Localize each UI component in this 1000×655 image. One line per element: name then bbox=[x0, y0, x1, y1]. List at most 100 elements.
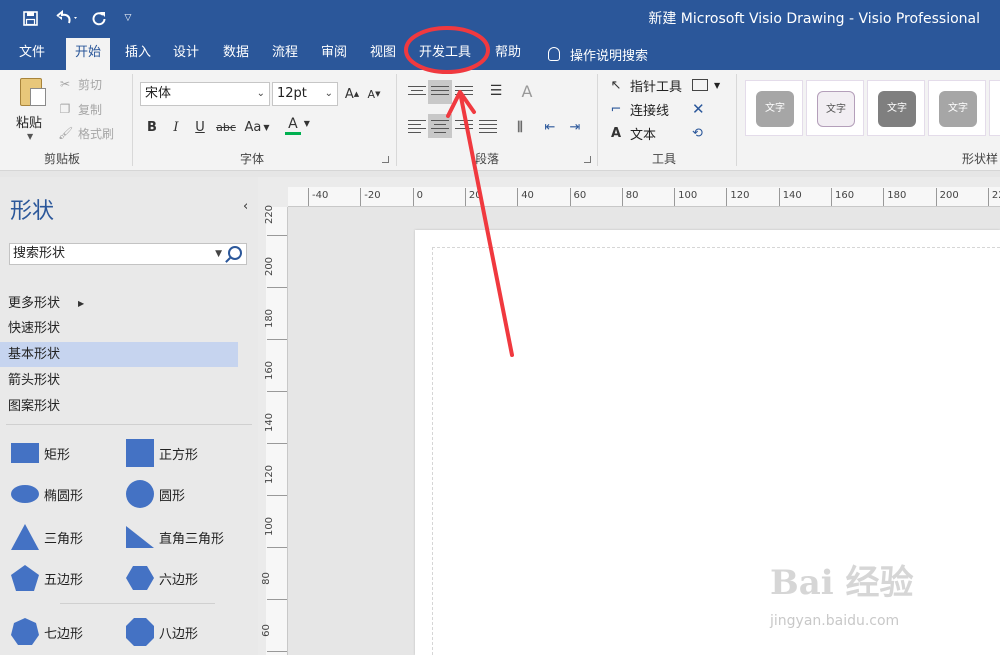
ruler-tick-label: 160 bbox=[835, 190, 855, 201]
ruler-tick-label: 60 bbox=[573, 190, 587, 201]
font-name-combo[interactable]: 宋体 ⌄ bbox=[140, 82, 270, 106]
change-case-button[interactable]: Aa ▼ bbox=[242, 116, 272, 138]
font-color-button[interactable]: A ▼ bbox=[282, 114, 316, 136]
shape-style-swatch[interactable]: 文字 bbox=[867, 80, 925, 136]
ruler-tick-label: 0 bbox=[416, 190, 423, 201]
tab-home[interactable]: 开始 bbox=[66, 38, 110, 70]
clipboard-group-label: 剪贴板 bbox=[44, 152, 81, 166]
shape-hexagon[interactable]: 六边形 bbox=[125, 563, 198, 593]
shape-style-swatch[interactable]: 文字 bbox=[928, 80, 986, 136]
bold-button[interactable]: B bbox=[144, 116, 160, 138]
paragraph-dialog-launcher-icon[interactable] bbox=[584, 156, 591, 163]
tab-review[interactable]: 审阅 bbox=[312, 38, 356, 70]
tab-view[interactable]: 视图 bbox=[361, 38, 405, 70]
bullets-icon[interactable]: ☰ bbox=[486, 80, 506, 102]
cut-button[interactable]: ✂ 剪切 bbox=[58, 74, 102, 94]
cut-label: 剪切 bbox=[78, 77, 103, 92]
collapse-pane-icon[interactable]: ‹ bbox=[243, 199, 248, 214]
stencil-pattern-shapes[interactable]: 图案形状 bbox=[0, 394, 238, 419]
shape-triangle[interactable]: 三角形 bbox=[10, 522, 83, 552]
text-spacing-icon[interactable]: A bbox=[516, 80, 538, 102]
paste-label: 粘贴 bbox=[16, 116, 43, 131]
tab-help[interactable]: 帮助 bbox=[486, 38, 530, 70]
shape-style-swatch[interactable]: 文字 bbox=[806, 80, 864, 136]
customize-qat-icon[interactable]: ▽ bbox=[120, 0, 136, 36]
ruler-tick-label: 100 bbox=[264, 516, 276, 537]
rotate-tool-icon[interactable]: ⟲ bbox=[692, 122, 703, 144]
align-middle-icon[interactable] bbox=[428, 80, 452, 104]
search-icon[interactable] bbox=[228, 246, 242, 260]
copy-button[interactable]: ❐ 复制 bbox=[58, 99, 102, 119]
tab-developer[interactable]: 开发工具 bbox=[412, 38, 478, 70]
connector-button[interactable]: ⌐ 连接线 bbox=[608, 98, 669, 120]
tab-file[interactable]: 文件 bbox=[10, 38, 54, 70]
pointer-tool-button[interactable]: ↖ 指针工具 bbox=[608, 74, 682, 96]
stencil-quick-shapes[interactable]: 快速形状 bbox=[0, 316, 238, 341]
tab-design[interactable]: 设计 bbox=[164, 38, 208, 70]
shape-style-swatch[interactable]: 文字 bbox=[745, 80, 803, 136]
align-right-icon[interactable] bbox=[455, 117, 473, 135]
tab-data[interactable]: 数据 bbox=[214, 38, 258, 70]
font-size-combo[interactable]: 12pt ⌄ bbox=[272, 82, 338, 106]
shape-octagon[interactable]: 八边形 bbox=[125, 617, 198, 647]
shape-style-sample: 文字 bbox=[878, 91, 916, 127]
align-center-icon[interactable] bbox=[428, 114, 452, 138]
shape-search-input[interactable]: 搜索形状 ▼ bbox=[9, 243, 247, 265]
align-top-icon[interactable] bbox=[408, 83, 426, 101]
group-separator bbox=[132, 74, 133, 166]
decrease-indent-icon[interactable]: ⇤ bbox=[540, 116, 560, 138]
tab-process[interactable]: 流程 bbox=[263, 38, 307, 70]
shapes-pane: 形状 ‹ 搜索形状 ▼ 更多形状 ▶ 快速形状 基本形状 箭头形状 图案形状 矩… bbox=[0, 177, 258, 655]
ruler-tick-label: 20 bbox=[468, 190, 482, 201]
tell-me-label: 操作说明搜索 bbox=[570, 48, 649, 64]
chevron-down-icon: ⌄ bbox=[324, 88, 333, 99]
tell-me-search[interactable]: 操作说明搜索 bbox=[548, 38, 648, 70]
shape-rectangle[interactable]: 矩形 bbox=[10, 438, 70, 468]
shape-dropdown-button[interactable]: ▼ bbox=[692, 74, 720, 96]
ruler-tick-label: 160 bbox=[264, 360, 276, 381]
shape-square[interactable]: 正方形 bbox=[125, 438, 198, 468]
font-dialog-launcher-icon[interactable] bbox=[382, 156, 389, 163]
text-tool-button[interactable]: A 文本 bbox=[608, 122, 656, 144]
stencil-basic-shapes[interactable]: 基本形状 bbox=[0, 342, 238, 367]
paste-button[interactable]: 粘贴 ▼ bbox=[10, 76, 50, 148]
circle-icon bbox=[125, 479, 155, 509]
shape-pentagon[interactable]: 五边形 bbox=[10, 563, 83, 593]
stencil-label: 更多形状 bbox=[8, 296, 61, 311]
underline-button[interactable]: U bbox=[192, 116, 208, 138]
chevron-down-icon: ⌄ bbox=[256, 88, 265, 99]
paste-dropdown-icon[interactable]: ▼ bbox=[27, 132, 33, 141]
increase-indent-icon[interactable]: ⇥ bbox=[565, 116, 585, 138]
tab-insert[interactable]: 插入 bbox=[116, 38, 160, 70]
delete-connector-icon[interactable]: ✕ bbox=[692, 98, 705, 120]
shape-circle[interactable]: 圆形 bbox=[125, 479, 185, 509]
chevron-down-icon[interactable]: ▼ bbox=[215, 244, 222, 264]
ruler-tick-label: -20 bbox=[364, 190, 381, 201]
shape-style-swatch[interactable] bbox=[989, 80, 1000, 136]
watermark-brand: Bai 经验 bbox=[770, 563, 914, 603]
strikethrough-button[interactable]: abc bbox=[214, 116, 238, 138]
italic-button[interactable]: I bbox=[168, 116, 184, 138]
shape-heptagon[interactable]: 七边形 bbox=[10, 617, 83, 647]
shape-ellipse[interactable]: 椭圆形 bbox=[10, 479, 83, 509]
chevron-right-icon: ▶ bbox=[78, 299, 85, 308]
redo-icon[interactable] bbox=[88, 0, 110, 36]
octagon-icon bbox=[125, 617, 155, 647]
format-painter-button[interactable]: 🖌 格式刷 bbox=[58, 123, 114, 143]
shape-right-triangle[interactable]: 直角三角形 bbox=[125, 522, 224, 552]
font-color-icon: A bbox=[288, 115, 298, 132]
grow-font-button[interactable]: A ▲ bbox=[344, 83, 360, 105]
save-icon[interactable] bbox=[18, 0, 42, 36]
ruler-tick-label: 180 bbox=[264, 308, 276, 329]
group-separator bbox=[597, 74, 598, 166]
justify-icon[interactable] bbox=[479, 117, 497, 135]
stencil-more-shapes[interactable]: 更多形状 ▶ bbox=[0, 291, 238, 316]
align-bottom-icon[interactable] bbox=[455, 83, 473, 101]
undo-icon[interactable] bbox=[50, 0, 84, 36]
font-color-bar bbox=[285, 131, 301, 135]
shrink-font-button[interactable]: A ▼ bbox=[366, 83, 382, 105]
stencil-arrow-shapes[interactable]: 箭头形状 bbox=[0, 368, 238, 393]
text-direction-icon[interactable]: ⫼ bbox=[510, 116, 530, 138]
ruler-tick-label: 40 bbox=[521, 190, 534, 201]
align-left-icon[interactable] bbox=[408, 117, 426, 135]
